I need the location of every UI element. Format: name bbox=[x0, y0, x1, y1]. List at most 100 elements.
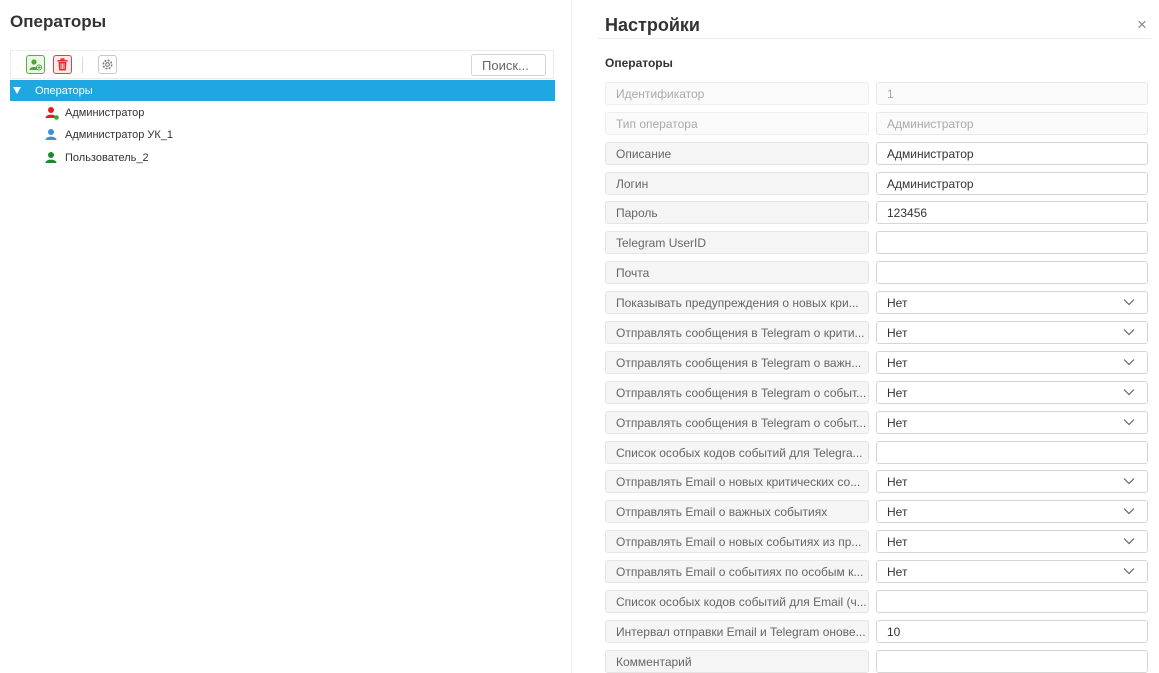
field-password: Пароль 123456 bbox=[605, 201, 1148, 224]
toolbar-divider bbox=[82, 57, 83, 73]
user-icon bbox=[45, 152, 57, 163]
chevron-down-icon bbox=[1123, 359, 1135, 366]
chevron-down-icon bbox=[1123, 508, 1135, 515]
settings-title: Настройки bbox=[605, 15, 700, 35]
field-email-critical: Отправлять Email о новых критических со.… bbox=[605, 470, 1148, 493]
select-value: Нет bbox=[887, 564, 908, 579]
tree-item-label: Пользователь_2 bbox=[65, 152, 149, 164]
expand-triangle-icon[interactable] bbox=[13, 87, 21, 94]
field-show-critical-warnings: Показывать предупреждения о новых кри...… bbox=[605, 291, 1148, 314]
field-label: Почта bbox=[605, 261, 869, 284]
field-label: Отправлять сообщения в Telegram о событ.… bbox=[605, 411, 869, 434]
search-input[interactable] bbox=[471, 54, 546, 76]
telegram-events-select[interactable]: Нет bbox=[876, 381, 1148, 404]
add-operator-button[interactable] bbox=[26, 55, 45, 74]
login-input[interactable]: Администратор bbox=[876, 172, 1148, 195]
settings-button[interactable] bbox=[98, 55, 117, 74]
select-value: Нет bbox=[887, 295, 908, 310]
tree-item-label: Администратор bbox=[65, 107, 145, 119]
tree-root-label: Операторы bbox=[35, 84, 93, 97]
field-label: Список особых кодов событий для Email (ч… bbox=[605, 590, 869, 613]
chevron-down-icon bbox=[1123, 538, 1135, 545]
email-important-select[interactable]: Нет bbox=[876, 500, 1148, 523]
select-value: Нет bbox=[887, 325, 908, 340]
field-label: Telegram UserID bbox=[605, 231, 869, 254]
field-email-new-events: Отправлять Email о новых событиях из пр.… bbox=[605, 530, 1148, 553]
title-divider bbox=[597, 38, 1151, 39]
close-icon[interactable]: × bbox=[1137, 16, 1147, 33]
tree-root-operators[interactable]: Операторы bbox=[10, 80, 555, 101]
telegram-special-events-select[interactable]: Нет bbox=[876, 411, 1148, 434]
tree-item-label: Администратор УК_1 bbox=[65, 129, 174, 141]
field-comment: Комментарий bbox=[605, 650, 1148, 673]
field-login: Логин Администратор bbox=[605, 172, 1148, 195]
add-user-icon bbox=[29, 59, 42, 71]
operators-title: Операторы bbox=[10, 12, 107, 31]
telegram-special-codes-input[interactable] bbox=[876, 441, 1148, 464]
field-email-special-events: Отправлять Email о событиях по особым к.… bbox=[605, 560, 1148, 583]
email-new-events-select[interactable]: Нет bbox=[876, 530, 1148, 553]
show-critical-warnings-select[interactable]: Нет bbox=[876, 291, 1148, 314]
chevron-down-icon bbox=[1123, 568, 1135, 575]
field-telegram-special-codes: Список особых кодов событий для Telegra.… bbox=[605, 441, 1148, 464]
field-label: Комментарий bbox=[605, 650, 869, 673]
chevron-down-icon bbox=[1123, 329, 1135, 336]
comment-input[interactable] bbox=[876, 650, 1148, 673]
email-special-events-select[interactable]: Нет bbox=[876, 560, 1148, 583]
tree-item-administrator[interactable]: Администратор bbox=[45, 105, 144, 121]
chevron-down-icon bbox=[1123, 299, 1135, 306]
field-telegram-events-1: Отправлять сообщения в Telegram о событ.… bbox=[605, 381, 1148, 404]
field-label: Тип оператора bbox=[605, 112, 869, 135]
select-value: Нет bbox=[887, 504, 908, 519]
field-telegram-important: Отправлять сообщения в Telegram о важн..… bbox=[605, 351, 1148, 374]
email-critical-select[interactable]: Нет bbox=[876, 470, 1148, 493]
select-value: Нет bbox=[887, 385, 908, 400]
field-notify-interval: Интервал отправки Email и Telegram онове… bbox=[605, 620, 1148, 643]
select-value: Нет bbox=[887, 415, 908, 430]
field-email-special-codes: Список особых кодов событий для Email (ч… bbox=[605, 590, 1148, 613]
select-value: Нет bbox=[887, 355, 908, 370]
field-label: Отправлять Email о новых критических со.… bbox=[605, 470, 869, 493]
telegram-important-select[interactable]: Нет bbox=[876, 351, 1148, 374]
chevron-down-icon bbox=[1123, 419, 1135, 426]
field-email-important: Отправлять Email о важных событиях Нет bbox=[605, 500, 1148, 523]
field-label: Отправлять Email о событиях по особым к.… bbox=[605, 560, 869, 583]
telegram-userid-input[interactable] bbox=[876, 231, 1148, 254]
notify-interval-input[interactable]: 10 bbox=[876, 620, 1148, 643]
field-label: Отправлять сообщения в Telegram о крити.… bbox=[605, 321, 869, 344]
chevron-down-icon bbox=[1123, 478, 1135, 485]
field-operator-type: Тип оператора Администратор bbox=[605, 112, 1148, 135]
tree-item-user2[interactable]: Пользователь_2 bbox=[45, 150, 149, 166]
telegram-critical-select[interactable]: Нет bbox=[876, 321, 1148, 344]
delete-operator-button[interactable] bbox=[53, 55, 72, 74]
field-label: Отправлять Email о новых событиях из пр.… bbox=[605, 530, 869, 553]
field-label: Отправлять сообщения в Telegram о событ.… bbox=[605, 381, 869, 404]
field-value-readonly: 1 bbox=[876, 82, 1148, 105]
user-icon bbox=[45, 129, 57, 140]
email-input[interactable] bbox=[876, 261, 1148, 284]
settings-panel: Настройки × Операторы Идентификатор 1 Ти… bbox=[597, 0, 1159, 673]
section-title: Операторы bbox=[605, 56, 673, 70]
user-icon bbox=[45, 107, 59, 120]
trash-icon bbox=[57, 58, 68, 71]
field-label: Отправлять сообщения в Telegram о важн..… bbox=[605, 351, 869, 374]
field-label: Список особых кодов событий для Telegra.… bbox=[605, 441, 869, 464]
field-label: Идентификатор bbox=[605, 82, 869, 105]
email-special-codes-input[interactable] bbox=[876, 590, 1148, 613]
select-value: Нет bbox=[887, 534, 908, 549]
field-identifier: Идентификатор 1 bbox=[605, 82, 1148, 105]
field-email: Почта bbox=[605, 261, 1148, 284]
description-input[interactable]: Администратор bbox=[876, 142, 1148, 165]
field-label: Описание bbox=[605, 142, 869, 165]
panel-divider bbox=[571, 0, 572, 673]
field-label: Интервал отправки Email и Telegram онове… bbox=[605, 620, 869, 643]
field-label: Пароль bbox=[605, 201, 869, 224]
tree-item-administrator-uk1[interactable]: Администратор УК_1 bbox=[45, 127, 173, 143]
field-value-readonly: Администратор bbox=[876, 112, 1148, 135]
field-label: Отправлять Email о важных событиях bbox=[605, 500, 869, 523]
select-value: Нет bbox=[887, 474, 908, 489]
password-input[interactable]: 123456 bbox=[876, 201, 1148, 224]
field-label: Показывать предупреждения о новых кри... bbox=[605, 291, 869, 314]
field-telegram-events-2: Отправлять сообщения в Telegram о событ.… bbox=[605, 411, 1148, 434]
gear-icon bbox=[102, 59, 113, 70]
